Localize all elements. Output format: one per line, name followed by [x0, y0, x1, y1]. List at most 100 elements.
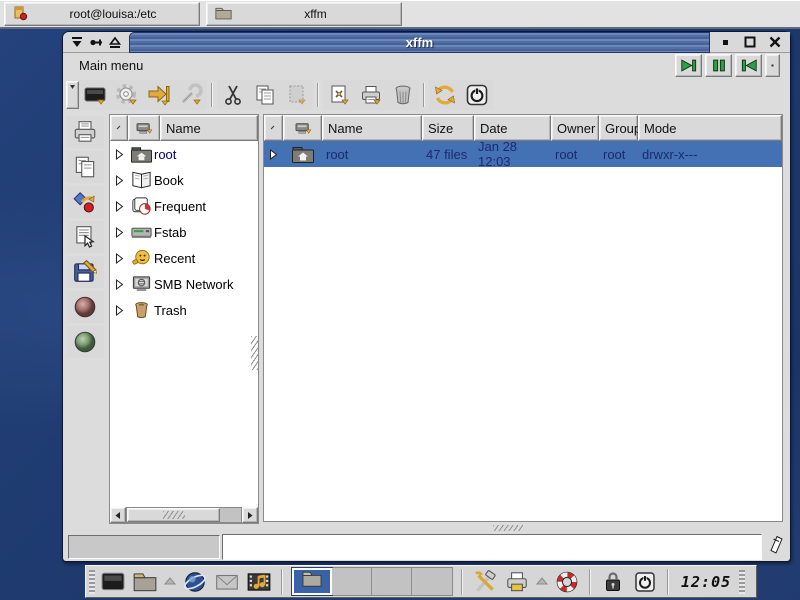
expander-icon[interactable] [110, 305, 128, 316]
tree-item-smb-network[interactable]: SMB Network [110, 271, 258, 297]
print-icon[interactable] [503, 568, 531, 596]
run-icon[interactable] [66, 186, 104, 218]
expander-icon[interactable] [110, 227, 128, 238]
column-header-mode[interactable]: Mode [638, 115, 782, 141]
web-browser-icon[interactable] [181, 568, 209, 596]
tree-item-book[interactable]: Book [110, 167, 258, 193]
column-header-name[interactable]: Name [322, 115, 422, 141]
lock-icon[interactable] [599, 568, 627, 596]
stick-icon[interactable] [87, 34, 105, 50]
tools-icon[interactable] [471, 568, 499, 596]
tools-icon[interactable] [175, 80, 207, 110]
panel-handle[interactable] [739, 570, 745, 594]
quit-icon[interactable] [461, 80, 493, 110]
file-manager-icon[interactable] [131, 568, 159, 596]
folder-icon [215, 6, 232, 23]
pager-desktop-2[interactable] [332, 568, 372, 595]
file-row-root[interactable]: root 47 files Jan 28 12:03 root root drw… [264, 141, 782, 167]
path-entry[interactable] [222, 534, 762, 560]
help-icon[interactable] [553, 568, 581, 596]
sphere-green-icon[interactable] [66, 326, 104, 358]
frequent-icon [128, 196, 154, 216]
maximize-icon[interactable] [741, 34, 759, 50]
expander-icon[interactable] [264, 141, 283, 167]
options-button[interactable] [765, 54, 780, 77]
scroll-thumb[interactable] [127, 508, 220, 522]
scroll-track[interactable] [126, 507, 242, 523]
popup-arrow-icon[interactable] [163, 573, 177, 591]
shade-icon[interactable] [68, 34, 86, 50]
trash-icon[interactable] [387, 80, 419, 110]
view-selector-icon[interactable] [283, 115, 322, 141]
expander-icon[interactable] [110, 175, 128, 186]
tree-horizontal-scrollbar[interactable] [110, 507, 258, 523]
media-player-icon[interactable] [245, 568, 273, 596]
sphere-red-icon[interactable] [66, 291, 104, 323]
recent-icon [128, 248, 154, 268]
desktop: root@louisa:/etc xffm xf [0, 0, 800, 600]
scroll-right-icon[interactable] [242, 507, 258, 523]
tree-header-name[interactable]: Name [160, 115, 258, 141]
reload-icon[interactable] [429, 80, 461, 110]
settings-icon[interactable] [111, 80, 143, 110]
tree-item-frequent[interactable]: Frequent [110, 193, 258, 219]
skip-back-button[interactable] [735, 54, 762, 77]
toolbar-handle[interactable] [66, 81, 79, 109]
pager-desktop-4[interactable] [412, 568, 452, 595]
terminal-icon[interactable] [99, 568, 127, 596]
copy-icon[interactable] [249, 80, 281, 110]
skip-forward-button[interactable] [675, 54, 702, 77]
power-icon[interactable] [631, 568, 659, 596]
view-selector-icon[interactable] [128, 115, 160, 141]
expander-icon[interactable] [110, 279, 128, 290]
pager-desktop-1[interactable] [292, 568, 332, 595]
tree-item-root[interactable]: root [110, 141, 258, 167]
window-title: xffm [406, 35, 433, 50]
mail-icon[interactable] [213, 568, 241, 596]
paste-icon[interactable] [281, 80, 313, 110]
tree-item-fstab[interactable]: Fstab [110, 219, 258, 245]
pane-resize-grip[interactable] [493, 525, 523, 531]
iconify-icon[interactable] [717, 34, 735, 50]
column-header-size[interactable]: Size [422, 115, 474, 141]
pause-button[interactable] [705, 54, 732, 77]
eject-icon[interactable] [106, 34, 124, 50]
panel-handle[interactable] [89, 570, 95, 594]
tree-item-label: Book [154, 173, 184, 188]
tree-item-trash[interactable]: Trash [110, 297, 258, 323]
popup-arrow-icon[interactable] [535, 573, 549, 591]
document-properties-icon[interactable] [323, 80, 355, 110]
list-header-spacer[interactable] [264, 115, 283, 141]
tree-header-spacer[interactable] [110, 115, 128, 141]
expander-icon[interactable] [110, 253, 128, 264]
tree-item-label: Trash [154, 303, 187, 318]
column-header-owner[interactable]: Owner [551, 115, 599, 141]
expander-icon[interactable] [110, 149, 128, 160]
save-edit-icon[interactable] [66, 256, 104, 288]
print-icon[interactable] [355, 80, 387, 110]
pager-desktop-3[interactable] [372, 568, 412, 595]
file-list-empty-area[interactable] [264, 167, 782, 521]
select-icon[interactable] [66, 221, 104, 253]
expander-icon[interactable] [110, 201, 128, 212]
column-header-date[interactable]: Date [474, 115, 551, 141]
titlebar-drag-area[interactable]: xffm [129, 32, 710, 53]
close-icon[interactable] [766, 34, 784, 50]
taskbar-button-label: xffm [238, 7, 393, 21]
cut-icon[interactable] [217, 80, 249, 110]
panel-resize-grip[interactable] [251, 336, 258, 370]
cell-name: root [322, 141, 422, 167]
go-to-icon[interactable] [143, 80, 175, 110]
package-icon [13, 5, 29, 24]
taskbar-button-xffm[interactable]: xffm [206, 2, 402, 26]
main-menu-item[interactable]: Main menu [73, 56, 149, 75]
terminal-icon[interactable] [79, 80, 111, 110]
scroll-left-icon[interactable] [110, 507, 126, 523]
tree-item-recent[interactable]: Recent [110, 245, 258, 271]
print-icon[interactable] [66, 116, 104, 148]
eraser-icon[interactable] [768, 535, 784, 560]
taskbar-button-terminal[interactable]: root@louisa:/etc [4, 2, 200, 26]
duplicate-icon[interactable] [66, 151, 104, 183]
window-titlebar[interactable]: xffm [63, 32, 790, 53]
column-header-group[interactable]: Group [599, 115, 638, 141]
